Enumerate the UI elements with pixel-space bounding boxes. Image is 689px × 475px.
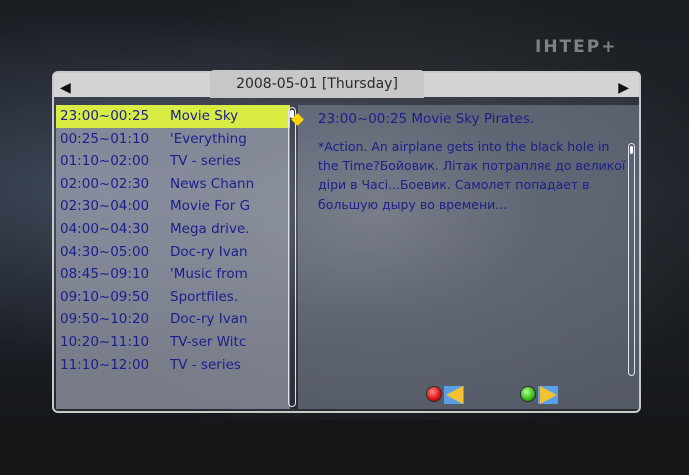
description-scrollbar[interactable] — [628, 143, 635, 376]
schedule-row[interactable]: 04:30~05:00 Doc-ry Ivan — [56, 241, 290, 264]
date-bar: ◀ 2008-05-01 [Thursday] ▶ — [54, 70, 639, 103]
schedule-time: 10:20~11:10 — [60, 333, 150, 350]
description-scrollbar-thumb[interactable] — [630, 146, 633, 154]
schedule-title: Doc-ry Ivan — [170, 311, 248, 328]
page-up-arrow-icon[interactable] — [446, 386, 463, 404]
schedule-title: 'Everything — [170, 130, 247, 147]
schedule-title: Movie Sky — [170, 108, 239, 124]
schedule-title: Doc-ry Ivan — [170, 243, 248, 260]
schedule-title: Movie For G — [170, 198, 251, 215]
program-details: 23:00~00:25 Movie Sky Pirates. *Action. … — [291, 105, 639, 409]
schedule-row[interactable]: 10:20~11:10 TV-ser Witc — [56, 331, 290, 354]
next-day-arrow-icon[interactable]: ▶ — [618, 80, 629, 96]
schedule-title: News Chann — [170, 175, 255, 192]
schedule-row[interactable]: 09:50~10:20 Doc-ry Ivan — [56, 308, 290, 331]
schedule-title: Sportfiles. — [170, 288, 239, 305]
program-description: *Action. An airplane gets into the black… — [318, 139, 626, 212]
schedule-time: 04:30~05:00 — [60, 243, 150, 260]
schedule-title: Mega drive. — [170, 220, 250, 237]
schedule-row[interactable]: 09:10~09:50 Sportfiles. — [56, 286, 290, 309]
schedule-title: TV-ser Witc — [170, 333, 247, 350]
schedule-row[interactable]: 01:10~02:00 TV - series — [56, 150, 290, 173]
page-down-arrow-icon[interactable] — [540, 386, 557, 404]
schedule-time: 04:00~04:30 — [60, 220, 150, 237]
channel-logo: ІНТЕР+ — [535, 37, 618, 57]
schedule-row[interactable]: 00:25~01:10 'Everything — [56, 128, 290, 151]
red-key-icon[interactable] — [426, 386, 442, 402]
schedule-time: 23:00~00:25 — [60, 108, 150, 124]
overscan-bar — [0, 420, 689, 475]
schedule-row[interactable]: 02:00~02:30 News Chann — [56, 173, 290, 196]
date-label: 2008-05-01 [Thursday] — [210, 70, 424, 98]
schedule-time: 11:10~12:00 — [60, 356, 150, 373]
schedule-row[interactable]: 23:00~00:25 Movie Sky — [56, 105, 290, 128]
schedule-row[interactable]: 04:00~04:30 Mega drive. — [56, 218, 290, 241]
schedule-time: 02:30~04:00 — [60, 198, 150, 215]
schedule-title: TV - series — [170, 153, 241, 170]
epg-panel: ◀ 2008-05-01 [Thursday] ▶ 23:00~00:25 Mo… — [52, 70, 641, 413]
schedule-time: 08:45~09:10 — [60, 266, 150, 283]
schedule-time: 02:00~02:30 — [60, 175, 150, 192]
schedule-time: 09:50~10:20 — [60, 311, 150, 328]
schedule-time: 00:25~01:10 — [60, 130, 150, 147]
color-key-legend — [426, 384, 586, 404]
schedule-time: 09:10~09:50 — [60, 288, 150, 305]
schedule-row[interactable]: 08:45~09:10 'Music from — [56, 263, 290, 286]
schedule-row[interactable]: 11:10~12:00 TV - series — [56, 354, 290, 377]
schedule-scrollbar[interactable] — [288, 107, 296, 407]
previous-day-arrow-icon[interactable]: ◀ — [60, 80, 71, 96]
schedule-time: 01:10~02:00 — [60, 153, 150, 170]
green-key-icon[interactable] — [520, 386, 536, 402]
schedule-title: TV - series — [170, 356, 241, 373]
schedule-row[interactable]: 02:30~04:00 Movie For G — [56, 195, 290, 218]
schedule-list[interactable]: 23:00~00:25 Movie Sky 00:25~01:10 'Every… — [56, 105, 296, 409]
schedule-title: 'Music from — [170, 266, 248, 283]
program-title: 23:00~00:25 Movie Sky Pirates. — [318, 111, 535, 127]
